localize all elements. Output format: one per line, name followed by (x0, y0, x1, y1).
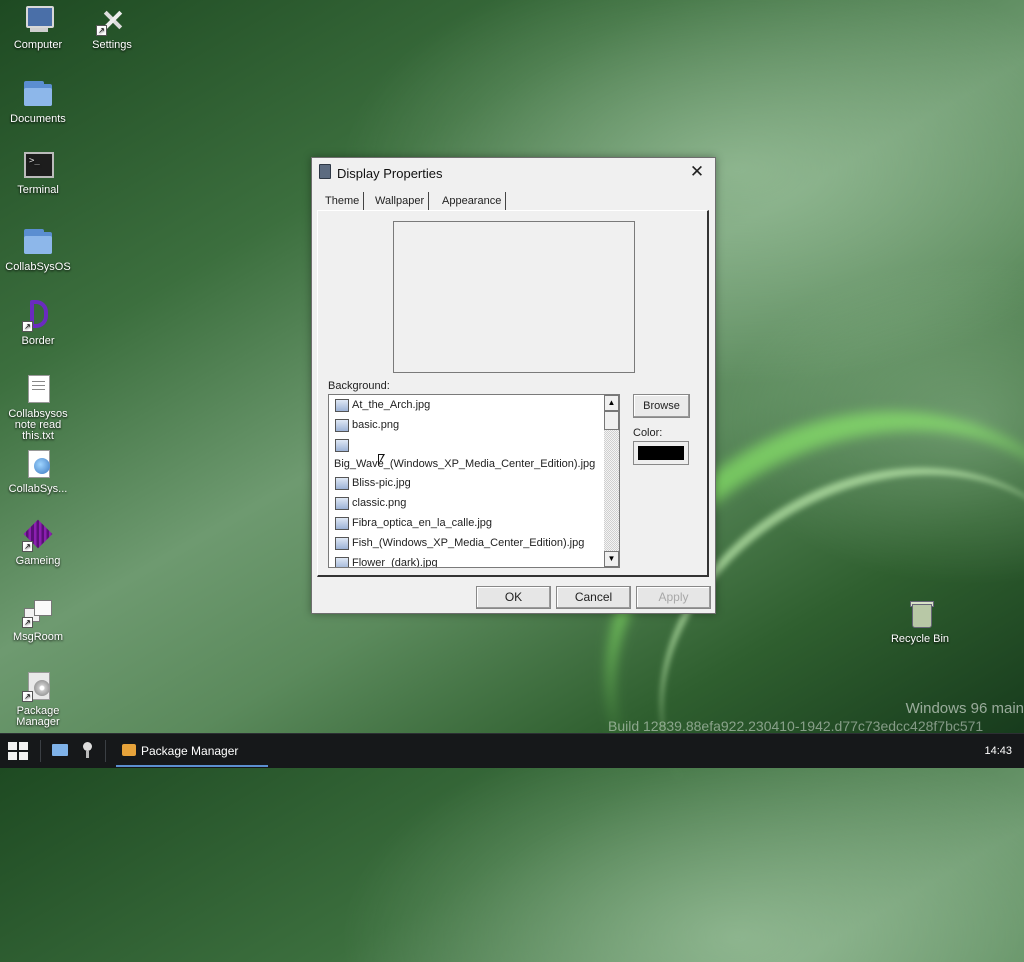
taskbar-clock[interactable]: 14:43 (984, 745, 1012, 757)
os-watermark-build: Build 12839.88efa922.230410-1942.d77c73e… (608, 718, 984, 734)
desktop-icon-collabsys-link[interactable]: CollabSys... (0, 448, 76, 495)
text-document-icon (22, 373, 54, 405)
mouse-pointer-icon (378, 454, 385, 466)
desktop-icon-note[interactable]: Collabsysos note read this.txt (0, 373, 76, 442)
image-file-icon (335, 399, 349, 412)
desktop-icon-label: CollabSysOS (5, 261, 71, 273)
desktop-icon-documents[interactable]: Documents (0, 78, 76, 125)
list-item[interactable]: Flower_(dark).jpg (329, 553, 619, 567)
desktop-icon-label: Gameing (15, 555, 61, 567)
color-swatch (638, 446, 684, 460)
desktop-icon-label: Recycle Bin (890, 633, 950, 645)
active-task-indicator (116, 765, 268, 767)
image-file-icon (335, 439, 349, 452)
game-cube-icon: ↗ (22, 519, 54, 552)
terminal-icon (22, 149, 54, 181)
desktop-icon-msgroom[interactable]: ↗ MsgRoom (0, 596, 76, 643)
folder-icon (22, 226, 54, 258)
desktop-icon-terminal[interactable]: Terminal (0, 149, 76, 196)
image-file-icon (335, 497, 349, 510)
image-file-icon (335, 537, 349, 550)
display-properties-dialog: Display Properties ✕ Theme Wallpaper App… (311, 157, 716, 614)
scroll-down-arrow-icon[interactable]: ▼ (604, 551, 619, 567)
desktop-icon-computer[interactable]: Computer (0, 4, 76, 51)
color-label: Color: (633, 427, 663, 439)
cancel-button[interactable]: Cancel (556, 586, 631, 609)
color-picker-button[interactable] (633, 441, 689, 465)
os-watermark-title: Windows 96 main (905, 700, 1024, 717)
desktop-icon-gameing[interactable]: ↗ Gameing (0, 519, 76, 567)
desktop-icon-label: Collabsysos note read this.txt (8, 408, 68, 442)
package-icon (122, 744, 136, 756)
wallpaper-preview (393, 221, 635, 373)
settings-tools-icon: ↗ (96, 4, 128, 36)
taskbar-item-package-manager[interactable]: Package Manager (116, 734, 268, 768)
desktop-icon-label: CollabSys... (8, 483, 68, 495)
desktop-icon-recycle-bin[interactable]: Recycle Bin (882, 598, 958, 645)
image-file-icon (335, 419, 349, 432)
file-list-scrollbar[interactable]: ▲ ▼ (604, 395, 619, 567)
desktop-icon-label: Package Manager (16, 705, 60, 728)
apply-button[interactable]: Apply (636, 586, 711, 609)
list-item[interactable]: Fibra_optica_en_la_calle.jpg (329, 513, 619, 533)
list-item[interactable]: basic.png (329, 415, 619, 435)
list-item[interactable]: classic.png (329, 493, 619, 513)
desktop-icon-label: Computer (13, 39, 63, 51)
tab-appearance[interactable]: Appearance (438, 192, 507, 210)
desktop-icon-label: MsgRoom (12, 631, 64, 643)
background-label: Background: (328, 380, 390, 392)
desktop-icon-package-manager[interactable]: ↗ Package Manager (0, 670, 76, 728)
chat-windows-icon: ↗ (22, 596, 54, 628)
tab-theme[interactable]: Theme (321, 192, 365, 210)
taskbar-item-label: Package Manager (141, 744, 239, 758)
computer-icon (22, 4, 54, 36)
dialog-title: Display Properties (337, 166, 443, 181)
dialog-titlebar[interactable]: Display Properties ✕ (312, 158, 715, 186)
list-item[interactable]: Fish_(Windows_XP_Media_Center_Edition).j… (329, 533, 619, 553)
image-file-icon (335, 557, 349, 567)
package-disc-icon: ↗ (22, 670, 54, 702)
desktop-icon-label: Documents (10, 113, 66, 125)
desktop-icon-settings[interactable]: ↗ Settings (74, 4, 150, 51)
browse-button[interactable]: Browse (633, 394, 690, 418)
taskbar-separator (40, 740, 41, 762)
taskbar-separator (105, 740, 106, 762)
taskbar: Package Manager 14:43 (0, 733, 1024, 768)
desktop-icon-label: Border (21, 335, 55, 347)
display-properties-icon (319, 164, 331, 179)
list-item[interactable]: At_the_Arch.jpg (329, 395, 619, 415)
desktop-icon-label: Terminal (17, 184, 59, 196)
start-windows-icon[interactable] (8, 742, 28, 760)
list-item[interactable]: Big_Wave_(Windows_XP_Media_Center_Editio… (329, 435, 619, 473)
background-file-list[interactable]: At_the_Arch.jpg basic.png Big_Wave_(Wind… (328, 394, 620, 568)
recycle-bin-icon (904, 598, 936, 630)
border-icon: ↗ (22, 300, 54, 332)
desktop-icon-border[interactable]: ↗ Border (0, 300, 76, 347)
info-pin-icon[interactable] (82, 742, 92, 758)
folder-icon (22, 78, 54, 110)
web-document-icon (22, 448, 54, 480)
desktop-icon-collabsysos[interactable]: CollabSysOS (0, 226, 76, 273)
file-explorer-icon[interactable] (52, 744, 68, 756)
close-icon[interactable]: ✕ (687, 162, 707, 182)
list-item[interactable]: Bliss-pic.jpg (329, 473, 619, 493)
image-file-icon (335, 477, 349, 490)
desktop-icon-label: Settings (92, 39, 132, 51)
tab-wallpaper[interactable]: Wallpaper (371, 192, 430, 210)
scrollbar-thumb[interactable] (604, 411, 619, 430)
image-file-icon (335, 517, 349, 530)
ok-button[interactable]: OK (476, 586, 551, 609)
scroll-up-arrow-icon[interactable]: ▲ (604, 395, 619, 411)
